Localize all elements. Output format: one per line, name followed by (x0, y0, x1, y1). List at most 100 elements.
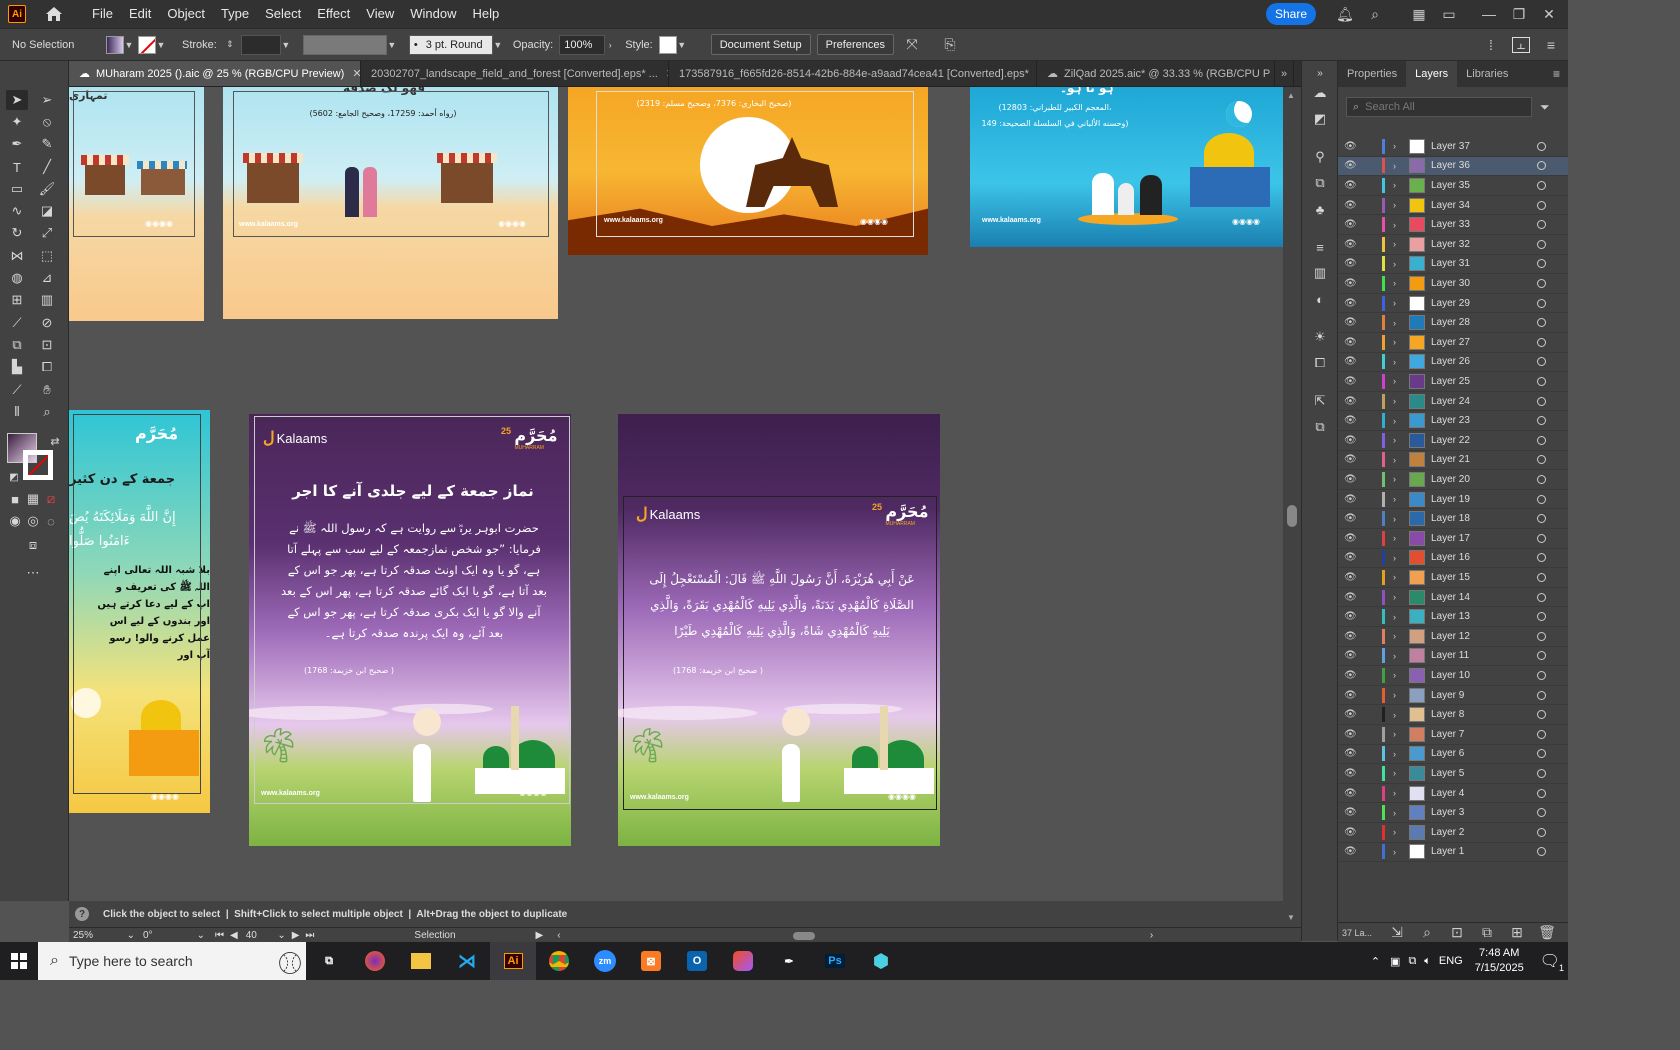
stroke-swatch[interactable] (138, 35, 156, 54)
magic-wand-icon[interactable]: ✦ (6, 112, 28, 132)
layer-row[interactable]: 👁︎ › Layer 14 (1338, 588, 1568, 608)
layer-row[interactable]: 👁︎ › Layer 22 (1338, 431, 1568, 451)
tab-converted[interactable]: 173587916_f665fd26-8514-42b6-884e-a9aad7… (669, 61, 1037, 86)
minimize-icon[interactable]: — (1480, 6, 1498, 22)
layer-target-icon[interactable] (1537, 533, 1546, 543)
artboard-number-select[interactable]: 40 ⌄ (246, 930, 286, 941)
layer-name[interactable]: Layer 11 (1431, 650, 1521, 661)
expand-chevron-icon[interactable]: › (1393, 337, 1403, 347)
zoom-tool-icon[interactable]: ⌕ (36, 402, 58, 422)
visibility-eye-icon[interactable]: 👁︎ (1344, 650, 1364, 661)
first-artboard-icon[interactable]: ⏮ (215, 930, 224, 941)
layer-row[interactable]: 👁︎ › Layer 24 (1338, 392, 1568, 412)
arrange-documents-icon[interactable]: ▦ (1410, 6, 1428, 22)
visibility-eye-icon[interactable]: 👁︎ (1344, 356, 1364, 367)
visibility-eye-icon[interactable]: 👁︎ (1344, 827, 1364, 838)
draw-inside-icon[interactable]: ◌ (40, 511, 62, 531)
visibility-eye-icon[interactable]: 👁︎ (1344, 846, 1364, 857)
layer-name[interactable]: Layer 15 (1431, 572, 1521, 583)
clock[interactable]: 7:48 AM 7/15/2025 (1475, 946, 1524, 976)
layer-target-icon[interactable] (1537, 220, 1546, 230)
layer-row[interactable]: 👁︎ › Layer 29 (1338, 294, 1568, 314)
layer-target-icon[interactable] (1537, 200, 1546, 210)
chrome-icon[interactable] (536, 942, 582, 980)
artboard-mosque-family[interactable]: ہو تا ہو۔ (المعجم الكبير للطبراني: 12803… (970, 87, 1283, 247)
visibility-eye-icon[interactable]: 👁︎ (1344, 807, 1364, 818)
layer-row[interactable]: 👁︎ › Layer 1 (1338, 843, 1568, 863)
expand-chevron-icon[interactable]: › (1393, 729, 1403, 739)
prev-artboard-icon[interactable]: ◀ (230, 930, 238, 941)
visibility-eye-icon[interactable]: 👁︎ (1344, 631, 1364, 642)
layer-row[interactable]: 👁︎ › Layer 8 (1338, 705, 1568, 725)
image-trace-icon[interactable]: ◩ (1309, 109, 1331, 129)
visibility-eye-icon[interactable]: 👁︎ (1344, 533, 1364, 544)
gradient-icon[interactable]: ▥ (36, 290, 58, 310)
eyedropper-icon[interactable]: ⟋ (6, 313, 28, 333)
mesh-icon[interactable]: ⊞ (6, 290, 28, 310)
tab-zilqad[interactable]: ☁ ZilQad 2025.aic* @ 33.33 % (RGB/CPU P (1037, 61, 1275, 86)
layer-row[interactable]: 👁︎ › Layer 33 (1338, 215, 1568, 235)
expand-chevron-icon[interactable]: › (1393, 318, 1403, 328)
fill-swatch[interactable] (106, 35, 124, 54)
menu-object[interactable]: Object (159, 0, 213, 28)
layer-name[interactable]: Layer 35 (1431, 180, 1521, 191)
scroll-left-icon[interactable]: ‹ (557, 930, 560, 941)
illustrator-taskbar-icon[interactable]: Ai (490, 942, 536, 980)
visibility-eye-icon[interactable]: 👁︎ (1344, 748, 1364, 759)
menu-icon[interactable]: ≡ (1542, 37, 1560, 53)
language-icon[interactable]: ENG (1439, 955, 1463, 967)
visibility-eye-icon[interactable]: 👁︎ (1344, 690, 1364, 701)
scroll-down-icon[interactable]: ▼ (1287, 913, 1295, 922)
layer-target-icon[interactable] (1537, 239, 1546, 249)
visibility-eye-icon[interactable]: 👁︎ (1344, 219, 1364, 230)
network-icon[interactable]: ⧉ (1408, 955, 1416, 968)
brush-definition[interactable]: • 3 pt. Round (408, 34, 493, 55)
eraser-icon[interactable]: ◪ (36, 201, 58, 221)
layers-search-input[interactable]: ⌕ Search All (1346, 97, 1532, 117)
visibility-eye-icon[interactable]: 👁︎ (1344, 435, 1364, 446)
app-tray-icon[interactable]: ▣ (1390, 955, 1400, 968)
layer-name[interactable]: Layer 6 (1431, 748, 1521, 759)
layer-name[interactable]: Layer 27 (1431, 337, 1521, 348)
layer-name[interactable]: Layer 22 (1431, 435, 1521, 446)
taskbar-search-input[interactable]: ⌕ Type here to search ⚾︎ (38, 942, 306, 980)
none-mode-icon[interactable]: ⧄ (40, 489, 62, 509)
layer-row[interactable]: 👁︎ › Layer 19 (1338, 490, 1568, 510)
layer-name[interactable]: Layer 17 (1431, 533, 1521, 544)
visibility-eye-icon[interactable]: 👁︎ (1344, 729, 1364, 740)
layer-target-icon[interactable] (1537, 259, 1546, 269)
expand-chevron-icon[interactable]: › (1393, 259, 1403, 269)
layer-name[interactable]: Layer 4 (1431, 788, 1521, 799)
free-transform-icon[interactable]: ⬚ (36, 246, 58, 266)
menu-effect[interactable]: Effect (309, 0, 358, 28)
layer-row[interactable]: 👁︎ › Layer 20 (1338, 470, 1568, 490)
layer-row[interactable]: 👁︎ › Layer 6 (1338, 745, 1568, 765)
expand-chevron-icon[interactable]: › (1393, 161, 1403, 171)
home-icon[interactable] (44, 5, 64, 23)
layer-row[interactable]: 👁︎ › Layer 32 (1338, 235, 1568, 255)
layer-name[interactable]: Layer 2 (1431, 827, 1521, 838)
layer-row[interactable]: 👁︎ › Layer 31 (1338, 255, 1568, 275)
preferences-button[interactable]: Preferences (816, 34, 894, 55)
layer-row[interactable]: 👁︎ › Layer 15 (1338, 568, 1568, 588)
menu-help[interactable]: Help (464, 0, 507, 28)
layer-target-icon[interactable] (1537, 808, 1546, 818)
layer-target-icon[interactable] (1537, 749, 1546, 759)
artboard-canvas[interactable]: تمہاری ◉◉◉◉ فهو لک صدقة (رواه أحمد: 1725… (69, 87, 1283, 901)
zoom-icon[interactable]: zm (582, 942, 628, 980)
layer-row[interactable]: 👁︎ › Layer 10 (1338, 666, 1568, 686)
close-icon[interactable]: ✕ (352, 67, 360, 80)
h-scroll-thumb[interactable] (793, 931, 816, 940)
zoom-select[interactable]: 25% ⌄ (73, 930, 135, 941)
delete-layer-icon[interactable]: 🗑︎ (1538, 924, 1556, 941)
symbol-sprayer-icon[interactable]: ⊡ (36, 335, 58, 355)
layer-target-icon[interactable] (1537, 455, 1546, 465)
horizontal-scrollbar[interactable]: ‹ › (555, 930, 1155, 942)
layer-target-icon[interactable] (1537, 729, 1546, 739)
chevron-down-icon[interactable]: ▼ (677, 36, 687, 54)
layer-target-icon[interactable] (1537, 710, 1546, 720)
layer-row[interactable]: 👁︎ › Layer 21 (1338, 451, 1568, 471)
tab-landscape[interactable]: 20302707_landscape_field_and_forest [Con… (361, 61, 669, 86)
menu-select[interactable]: Select (257, 0, 309, 28)
chevron-up-icon[interactable]: ⌃ (1371, 955, 1380, 968)
